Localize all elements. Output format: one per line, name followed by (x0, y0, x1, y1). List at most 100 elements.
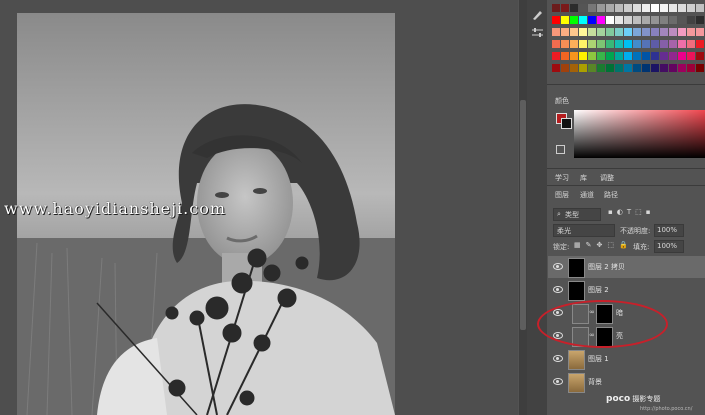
tab-channels[interactable]: 通道 (580, 190, 594, 200)
color-swatch[interactable] (579, 52, 587, 60)
color-swatch[interactable] (669, 16, 677, 24)
color-swatch[interactable] (624, 64, 632, 72)
tab-layers[interactable]: 图层 (555, 190, 569, 200)
color-swatch[interactable] (678, 52, 686, 60)
color-swatch[interactable] (561, 52, 569, 60)
color-swatch[interactable] (678, 16, 686, 24)
color-swatch[interactable] (579, 64, 587, 72)
color-swatch[interactable] (687, 16, 695, 24)
color-swatch[interactable] (678, 28, 686, 36)
color-swatch[interactable] (615, 40, 623, 48)
scrollbar-thumb[interactable] (520, 100, 526, 330)
color-swatch[interactable] (624, 52, 632, 60)
swatches-panel[interactable] (549, 0, 705, 78)
color-swatch[interactable] (552, 16, 560, 24)
color-swatch[interactable] (633, 4, 641, 12)
color-swatch[interactable] (660, 16, 668, 24)
blend-mode-dropdown[interactable]: 柔光 (553, 224, 615, 237)
color-swatch[interactable] (660, 52, 668, 60)
color-swatch[interactable] (651, 28, 659, 36)
color-swatch[interactable] (624, 4, 632, 12)
background-color-swatch[interactable] (561, 118, 572, 129)
color-swatch[interactable] (552, 64, 560, 72)
color-swatch[interactable] (696, 52, 704, 60)
color-swatch[interactable] (615, 16, 623, 24)
color-swatch[interactable] (669, 40, 677, 48)
color-swatch[interactable] (579, 28, 587, 36)
color-swatch[interactable] (552, 52, 560, 60)
color-swatch[interactable] (615, 52, 623, 60)
tab-adjustments[interactable]: 调整 (600, 173, 614, 183)
color-swatch[interactable] (696, 4, 704, 12)
color-swatch[interactable] (570, 4, 578, 12)
color-swatch[interactable] (606, 64, 614, 72)
color-swatch[interactable] (588, 40, 596, 48)
color-swatch[interactable] (651, 16, 659, 24)
fill-field[interactable]: 100% (654, 240, 684, 253)
color-swatch[interactable] (624, 16, 632, 24)
color-swatch[interactable] (642, 16, 650, 24)
color-swatch[interactable] (579, 16, 587, 24)
brush-settings-icon[interactable] (531, 8, 544, 21)
color-swatch[interactable] (678, 64, 686, 72)
color-swatch[interactable] (642, 64, 650, 72)
color-swatch[interactable] (651, 64, 659, 72)
color-swatch[interactable] (606, 28, 614, 36)
color-swatch[interactable] (597, 64, 605, 72)
color-swatch[interactable] (570, 52, 578, 60)
color-swatch[interactable] (696, 40, 704, 48)
color-swatch[interactable] (588, 16, 596, 24)
color-swatch[interactable] (552, 4, 560, 12)
visibility-eye-icon[interactable] (553, 355, 563, 362)
color-swatch[interactable] (642, 4, 650, 12)
color-swatch[interactable] (561, 64, 569, 72)
color-swatch[interactable] (660, 40, 668, 48)
layer-row[interactable]: 图层 1 (548, 348, 705, 370)
color-swatch[interactable] (570, 64, 578, 72)
color-swatch[interactable] (597, 40, 605, 48)
color-swatch[interactable] (588, 64, 596, 72)
color-swatch[interactable] (687, 4, 695, 12)
color-swatch[interactable] (651, 4, 659, 12)
lock-icons[interactable]: ▦✎✥⬚🔒 (574, 241, 633, 249)
color-swatch[interactable] (552, 28, 560, 36)
color-swatch[interactable] (606, 4, 614, 12)
color-swatch[interactable] (696, 64, 704, 72)
color-swatch[interactable] (696, 28, 704, 36)
color-swatch[interactable] (651, 52, 659, 60)
filter-icons[interactable]: ▪◐T⬚▪ (608, 208, 655, 216)
color-swatch[interactable] (633, 40, 641, 48)
color-swatch[interactable] (687, 40, 695, 48)
color-swatch[interactable] (633, 16, 641, 24)
color-swatch[interactable] (687, 52, 695, 60)
color-swatch[interactable] (561, 16, 569, 24)
color-swatch[interactable] (669, 64, 677, 72)
color-swatch[interactable] (660, 28, 668, 36)
color-swatch[interactable] (633, 28, 641, 36)
color-swatch[interactable] (579, 4, 587, 12)
tab-paths[interactable]: 路径 (604, 190, 618, 200)
color-swatch[interactable] (606, 16, 614, 24)
layer-row[interactable]: 背景 (548, 371, 705, 393)
color-swatch[interactable] (570, 40, 578, 48)
opacity-field[interactable]: 100% (654, 224, 684, 237)
color-swatch[interactable] (561, 28, 569, 36)
color-swatch[interactable] (696, 16, 704, 24)
color-swatch[interactable] (687, 28, 695, 36)
color-swatch[interactable] (570, 28, 578, 36)
color-swatch[interactable] (606, 52, 614, 60)
visibility-eye-icon[interactable] (553, 263, 563, 270)
color-swatch[interactable] (669, 52, 677, 60)
color-swatch[interactable] (597, 28, 605, 36)
color-swatch[interactable] (651, 40, 659, 48)
color-swatch[interactable] (642, 52, 650, 60)
color-swatch[interactable] (678, 4, 686, 12)
color-panel-tab[interactable]: 颜色 (555, 96, 569, 106)
color-swatch[interactable] (579, 40, 587, 48)
color-swatch[interactable] (660, 4, 668, 12)
color-picker-field[interactable] (574, 110, 705, 158)
color-swatch[interactable] (597, 52, 605, 60)
color-swatch[interactable] (597, 16, 605, 24)
color-swatch[interactable] (615, 64, 623, 72)
color-swatch[interactable] (642, 40, 650, 48)
